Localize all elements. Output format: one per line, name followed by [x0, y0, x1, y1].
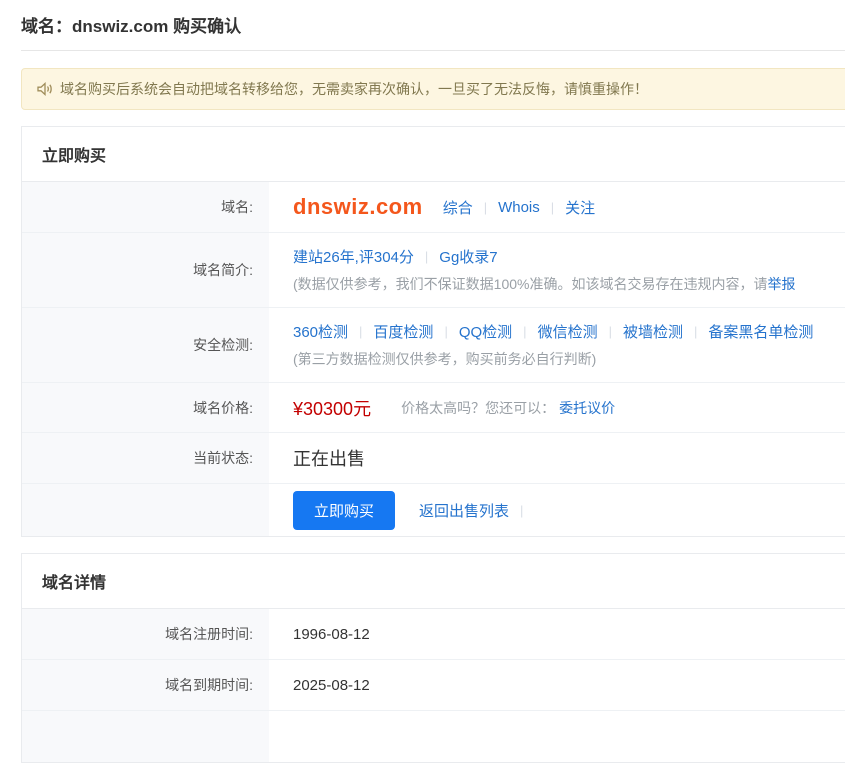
status-row: 当前状态: 正在出售: [22, 433, 845, 484]
expiry-date-content: 2025-08-12: [269, 660, 845, 710]
status-badge: 正在出售: [293, 445, 365, 471]
composite-report-link[interactable]: 综合: [443, 197, 473, 218]
google-index-link[interactable]: Gg收录7: [439, 246, 497, 267]
separator: |: [520, 503, 523, 518]
check-wechat-link[interactable]: 微信检测: [538, 321, 598, 342]
domain-detail-panel: 域名详情 域名注册时间: 1996-08-12 域名到期时间: 2025-08-…: [21, 553, 845, 763]
detail-panel-title: 域名详情: [22, 554, 845, 609]
registration-date-row: 域名注册时间: 1996-08-12: [22, 609, 845, 660]
separator: |: [484, 200, 487, 215]
actions-row: 立即购买 返回出售列表 |: [22, 484, 845, 536]
check-baidu-link[interactable]: 百度检测: [373, 321, 433, 342]
status-label: 当前状态:: [22, 433, 269, 483]
back-to-list-link[interactable]: 返回出售列表: [419, 500, 509, 521]
buy-now-panel: 立即购买 域名: dnswiz.com 综合 | Whois | 关注 域名简介…: [21, 126, 845, 537]
site-age-score-link[interactable]: 建站26年,评304分: [293, 246, 414, 267]
price-row: 域名价格: ¥30300元 价格太高吗？您还可以： 委托议价: [22, 383, 845, 433]
whois-link[interactable]: Whois: [498, 199, 540, 216]
domain-intro-content: 建站26年,评304分 | Gg收录7 (数据仅供参考，我们不保证数据100%准…: [269, 233, 845, 307]
page-title: 域名：dnswiz.com 购买确认: [21, 0, 845, 37]
check-gfw-link[interactable]: 被墙检测: [623, 321, 683, 342]
domain-intro-label: 域名简介:: [22, 233, 269, 307]
separator: |: [694, 324, 697, 339]
price-value: ¥30300元: [293, 395, 371, 421]
clipped-row: [22, 711, 845, 762]
check-qq-link[interactable]: QQ检测: [459, 321, 512, 342]
follow-link[interactable]: 关注: [565, 197, 595, 218]
domain-row: 域名: dnswiz.com 综合 | Whois | 关注: [22, 182, 845, 233]
registration-date-value: 1996-08-12: [293, 626, 370, 643]
security-disclaimer: (第三方数据检测仅供参考，购买前务必自行判断): [293, 349, 845, 369]
domain-content: dnswiz.com 综合 | Whois | 关注: [269, 182, 845, 232]
separator: |: [359, 324, 362, 339]
title-divider: [21, 50, 845, 51]
expiry-date-label: 域名到期时间:: [22, 660, 269, 710]
purchase-warning-banner: 域名购买后系统会自动把域名转移给您，无需卖家再次确认，一旦买了无法反悔，请慎重操…: [21, 68, 845, 110]
speaker-icon: [37, 82, 53, 96]
price-hint: 价格太高吗？您还可以：: [401, 398, 555, 418]
page: 域名：dnswiz.com 购买确认 域名购买后系统会自动把域名转移给您，无需卖…: [0, 0, 845, 763]
report-abuse-link[interactable]: 举报: [767, 274, 795, 294]
security-check-row: 安全检测: 360检测 | 百度检测 | QQ检测 | 微信检测 | 被墙检测 …: [22, 308, 845, 383]
registration-date-label: 域名注册时间:: [22, 609, 269, 659]
domain-name: dnswiz.com: [293, 194, 423, 220]
price-content: ¥30300元 价格太高吗？您还可以： 委托议价: [269, 383, 845, 432]
domain-label: 域名:: [22, 182, 269, 232]
separator: |: [523, 324, 526, 339]
separator: |: [551, 200, 554, 215]
warning-text: 域名购买后系统会自动把域名转移给您，无需卖家再次确认，一旦买了无法反悔，请慎重操…: [60, 79, 648, 99]
separator: |: [425, 249, 428, 264]
separator: |: [609, 324, 612, 339]
negotiate-price-link[interactable]: 委托议价: [559, 398, 615, 418]
intro-disclaimer: (数据仅供参考，我们不保证数据100%准确。如该域名交易存在违规内容，请 举报: [293, 274, 845, 294]
security-check-label: 安全检测:: [22, 308, 269, 382]
check-360-link[interactable]: 360检测: [293, 321, 348, 342]
actions-content: 立即购买 返回出售列表 |: [269, 484, 845, 536]
buy-panel-title: 立即购买: [22, 127, 845, 182]
check-icp-blacklist-link[interactable]: 备案黑名单检测: [708, 321, 813, 342]
status-content: 正在出售: [269, 433, 845, 483]
expiry-date-row: 域名到期时间: 2025-08-12: [22, 660, 845, 711]
domain-intro-row: 域名简介: 建站26年,评304分 | Gg收录7 (数据仅供参考，我们不保证数…: [22, 233, 845, 308]
price-label: 域名价格:: [22, 383, 269, 432]
security-check-content: 360检测 | 百度检测 | QQ检测 | 微信检测 | 被墙检测 | 备案黑名…: [269, 308, 845, 382]
expiry-date-value: 2025-08-12: [293, 677, 370, 694]
registration-date-content: 1996-08-12: [269, 609, 845, 659]
intro-disclaimer-text: (数据仅供参考，我们不保证数据100%准确。如该域名交易存在违规内容，请: [293, 274, 767, 294]
buy-now-button[interactable]: 立即购买: [293, 491, 395, 530]
actions-label-spacer: [22, 484, 269, 536]
separator: |: [444, 324, 447, 339]
